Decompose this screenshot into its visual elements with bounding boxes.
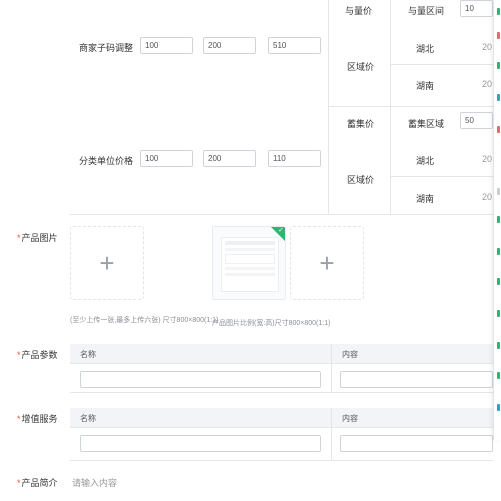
grid-divider — [328, 0, 329, 214]
right-row-d-item2-name: 湖南 — [416, 194, 435, 204]
option-marker — [497, 342, 500, 349]
row1-label: 商家子码调整 — [79, 43, 134, 53]
images-hint-left: (至少上传一张,最多上传六张) 尺寸800×800(1:1) — [70, 317, 219, 324]
divider — [70, 460, 493, 461]
right-row-c-sub: 蓄集区域 — [408, 119, 445, 129]
desc-input[interactable]: 请输入内容 — [72, 476, 117, 489]
option-marker — [497, 32, 500, 39]
service-value-input[interactable] — [340, 435, 493, 452]
option-marker — [497, 62, 500, 69]
row1-input-2[interactable]: 200 — [203, 37, 256, 54]
right-row-c-input[interactable]: 50 — [460, 112, 493, 129]
right-row-a-input[interactable]: 10 — [460, 0, 493, 17]
option-marker — [497, 188, 500, 195]
option-marker — [497, 278, 500, 285]
row2-input-2[interactable]: 200 — [203, 150, 256, 167]
params-col-divider — [331, 344, 332, 392]
thumbnail-preview — [221, 237, 279, 292]
option-marker — [497, 372, 500, 379]
grid-divider — [390, 64, 493, 65]
check-icon: ✓ — [278, 227, 284, 234]
upload-detail-image-button[interactable]: + — [290, 226, 364, 300]
right-row-b-item2-value: 20 — [482, 79, 493, 89]
plus-icon: + — [319, 248, 335, 278]
service-label: *增值服务 — [17, 414, 58, 424]
divider — [70, 214, 493, 215]
option-marker — [497, 310, 500, 317]
plus-icon: + — [99, 248, 115, 278]
right-row-d-item1-value: 20 — [482, 154, 493, 164]
right-row-c-label: 蓄集价 — [347, 119, 375, 129]
params-name-input[interactable] — [80, 371, 321, 388]
option-marker — [497, 126, 500, 133]
right-row-d-item2-value: 20 — [482, 192, 493, 202]
desc-label: *产品简介 — [17, 478, 58, 488]
right-row-b-item2-name: 湖南 — [416, 81, 435, 91]
service-col-name: 名称 — [80, 414, 96, 423]
service-col-value: 内容 — [342, 414, 358, 423]
params-value-input[interactable] — [340, 371, 493, 388]
right-row-b-label: 区域价 — [347, 62, 375, 72]
service-table-header: 名称 内容 — [70, 408, 493, 428]
upload-main-image-button[interactable]: + — [70, 226, 144, 300]
right-row-a-sub: 与量区间 — [408, 6, 445, 16]
right-row-b-item1-value: 20 — [482, 42, 493, 52]
row2-label: 分类单位价格 — [79, 156, 134, 166]
right-row-d-item1-name: 湖北 — [416, 156, 435, 166]
divider — [70, 392, 493, 393]
option-marker — [497, 404, 500, 411]
service-name-input[interactable] — [80, 435, 321, 452]
row1-input-1[interactable]: 100 — [140, 37, 193, 54]
side-dropdown-panel[interactable] — [493, 0, 501, 440]
uploaded-image-thumbnail[interactable]: ✓ — [212, 226, 286, 300]
row1-input-3[interactable]: 510 — [268, 37, 321, 54]
images-hint-right: 产品图片比例(宽:高)尺寸800×800(1:1) — [212, 320, 331, 327]
images-label: *产品图片 — [17, 233, 58, 243]
option-marker — [497, 8, 500, 15]
right-row-d-label: 区域价 — [347, 175, 375, 185]
params-col-name: 名称 — [80, 350, 96, 359]
right-row-b-item1-name: 湖北 — [416, 44, 435, 54]
row2-input-1[interactable]: 100 — [140, 150, 193, 167]
service-col-divider — [331, 408, 332, 460]
option-marker — [497, 216, 500, 223]
params-col-value: 内容 — [342, 350, 358, 359]
option-marker — [497, 248, 500, 255]
right-row-a-label: 与量价 — [345, 6, 373, 16]
grid-divider — [390, 0, 391, 214]
params-table-header: 名称 内容 — [70, 344, 493, 364]
params-label: *产品参数 — [17, 350, 58, 360]
grid-divider — [328, 106, 493, 107]
option-marker — [497, 94, 500, 101]
row2-input-3[interactable]: 110 — [268, 150, 321, 167]
grid-divider — [390, 176, 493, 177]
